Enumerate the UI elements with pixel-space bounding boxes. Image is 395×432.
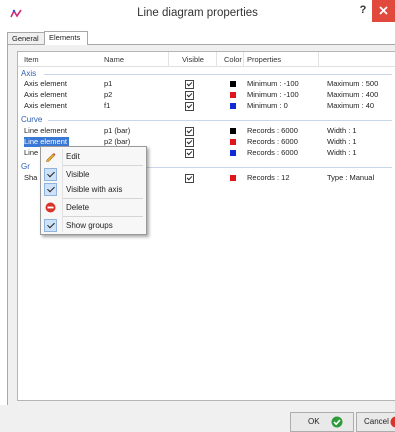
column-header-properties[interactable]: Properties [247,55,281,64]
visible-checkbox[interactable] [185,102,194,111]
table-row[interactable]: Line element p1 (bar) Records : 6000 Wid… [18,126,395,136]
menu-item-edit[interactable]: Edit [41,149,146,164]
window-title: Line diagram properties [137,7,258,19]
group-header-curve: Curve [21,115,43,124]
cancel-icon [390,416,395,428]
property-cell: Maximum : 40 [327,101,375,110]
checkmark-icon [44,183,57,196]
menu-item-label: Visible with axis [66,185,123,194]
menu-item-delete[interactable]: Delete [41,200,146,215]
property-cell: Records : 6000 [247,137,298,146]
close-button[interactable] [372,0,395,22]
property-cell: Type : Manual [327,173,375,182]
ok-button[interactable]: OK [290,412,354,432]
menu-item-visible-with-axis[interactable]: Visible with axis [41,182,146,197]
title-bar: Line diagram properties ? [0,0,395,28]
close-icon [379,6,388,15]
tab-general[interactable]: General [7,32,45,44]
color-swatch[interactable] [230,175,236,181]
visible-checkbox[interactable] [185,91,194,100]
name-cell: p1 [104,79,113,88]
table-row[interactable]: Axis element f1 Minimum : 0 Maximum : 40 [18,101,395,111]
column-header-item[interactable]: Item [24,55,39,64]
property-cell: Width : 1 [327,148,357,157]
group-header-groups: Gr [21,162,30,171]
property-cell: Maximum : 400 [327,90,379,99]
cancel-button[interactable]: Cancel [356,412,395,432]
property-cell: Maximum : 500 [327,79,379,88]
item-cell: Axis element [24,90,67,99]
table-row[interactable]: Axis element p2 Minimum : -100 Maximum :… [18,90,395,100]
column-header-color[interactable]: Color [224,55,242,64]
table-row[interactable]: Axis element p1 Minimum : -100 Maximum :… [18,79,395,89]
group-divider [48,120,392,121]
menu-separator [63,216,143,217]
context-menu: Edit Visible Visible with axis Delete Sh… [40,146,147,235]
color-swatch[interactable] [230,103,236,109]
menu-separator [63,165,143,166]
property-cell: Minimum : 0 [247,101,288,110]
color-swatch[interactable] [230,81,236,87]
color-swatch[interactable] [230,139,236,145]
name-cell: p1 (bar) [104,126,131,135]
item-cell: Axis element [24,101,67,110]
group-divider [146,167,392,168]
pencil-icon [46,153,56,162]
property-cell: Width : 1 [327,137,357,146]
property-cell: Minimum : -100 [247,90,299,99]
list-header: Item Name Visible Color Properties [18,52,395,67]
cancel-label: Cancel [364,417,389,426]
menu-item-visible[interactable]: Visible [41,167,146,182]
help-button[interactable]: ? [355,4,371,22]
delete-icon [45,202,56,213]
name-cell: f1 [104,101,111,110]
column-header-visible[interactable]: Visible [182,55,204,64]
item-cell: Sha [24,173,38,182]
menu-item-label: Visible [66,170,90,179]
visible-checkbox[interactable] [185,80,194,89]
column-header-name[interactable]: Name [104,55,124,64]
item-cell: Line element [24,126,67,135]
tab-elements[interactable]: Elements [44,31,88,45]
color-swatch[interactable] [230,150,236,156]
checkmark-icon [44,219,57,232]
name-cell: p2 [104,90,113,99]
property-cell: Records : 6000 [247,148,298,157]
item-cell: Line [24,148,39,157]
menu-item-label: Edit [66,152,80,161]
visible-checkbox[interactable] [185,149,194,158]
property-cell: Width : 1 [327,126,357,135]
check-circle-icon [331,416,343,428]
property-cell: Records : 6000 [247,126,298,135]
menu-item-label: Show groups [66,221,113,230]
color-swatch[interactable] [230,92,236,98]
visible-checkbox[interactable] [185,174,194,183]
visible-checkbox[interactable] [185,138,194,147]
color-swatch[interactable] [230,128,236,134]
group-header-axis: Axis [21,69,37,78]
property-cell: Minimum : -100 [247,79,299,88]
menu-item-show-groups[interactable]: Show groups [41,218,146,233]
property-cell: Records : 12 [247,173,290,182]
checkmark-icon [44,168,57,181]
ok-label: OK [308,417,320,426]
menu-item-label: Delete [66,203,90,212]
visible-checkbox[interactable] [185,127,194,136]
menu-separator [63,198,143,199]
item-cell: Axis element [24,79,67,88]
group-divider [44,74,392,75]
